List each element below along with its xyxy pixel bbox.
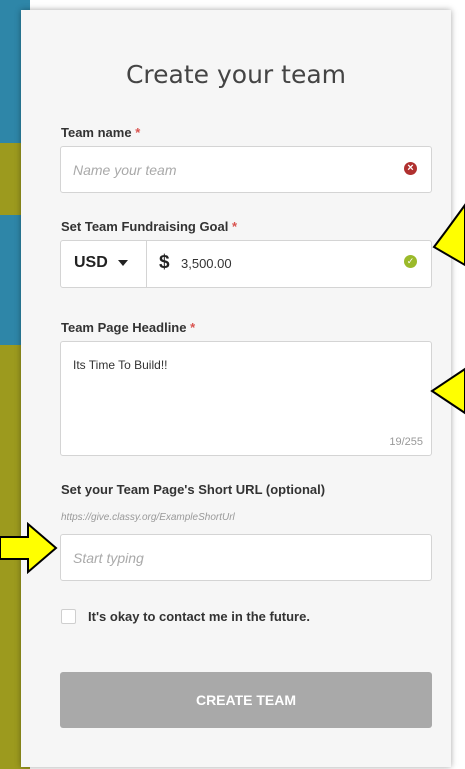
required-marker: * — [135, 125, 141, 140]
contact-opt-in-checkbox[interactable] — [61, 609, 76, 624]
headline-textarea[interactable]: Its Time To Build!! 19/255 — [60, 341, 432, 456]
team-name-placeholder: Name your team — [73, 162, 177, 178]
headline-label: Team Page Headline * — [61, 320, 195, 335]
error-x-icon: × — [404, 162, 417, 175]
required-marker: * — [190, 320, 196, 335]
short-url-input[interactable]: Start typing — [60, 534, 432, 581]
team-name-input[interactable]: Name your team × — [60, 146, 432, 193]
annotation-arrow-icon — [0, 522, 58, 574]
goal-label: Set Team Fundraising Goal * — [61, 219, 237, 234]
team-name-label: Team name * — [61, 125, 140, 140]
character-counter: 19/255 — [389, 436, 423, 448]
currency-value: USD — [74, 254, 108, 271]
headline-value: Its Time To Build!! — [73, 358, 168, 372]
short-url-label: Set your Team Page's Short URL (optional… — [61, 482, 326, 497]
short-url-placeholder: Start typing — [73, 550, 144, 566]
goal-field: USD $ 3,500.00 ✓ — [60, 240, 432, 288]
annotation-arrow-icon — [432, 203, 465, 267]
currency-select[interactable]: USD — [61, 241, 147, 287]
required-marker: * — [231, 219, 238, 234]
short-url-hint: https://give.classy.org/ExampleShortUrl — [61, 512, 235, 523]
create-team-button[interactable]: CREATE TEAM — [60, 672, 432, 728]
annotation-arrow-icon — [430, 367, 465, 415]
create-team-modal: Create your team Team name * Name your t… — [21, 10, 451, 767]
contact-opt-in-label[interactable]: It's okay to contact me in the future. — [88, 609, 310, 624]
team-name-label-text: Team name — [61, 125, 132, 140]
modal-title: Create your team — [125, 60, 347, 89]
caret-down-icon — [117, 259, 128, 266]
check-icon: ✓ — [404, 255, 417, 268]
goal-amount-input[interactable]: 3,500.00 — [181, 256, 232, 271]
headline-label-text: Team Page Headline — [61, 320, 187, 335]
goal-label-text: Set Team Fundraising Goal — [61, 219, 229, 234]
dollar-sign: $ — [159, 252, 170, 273]
